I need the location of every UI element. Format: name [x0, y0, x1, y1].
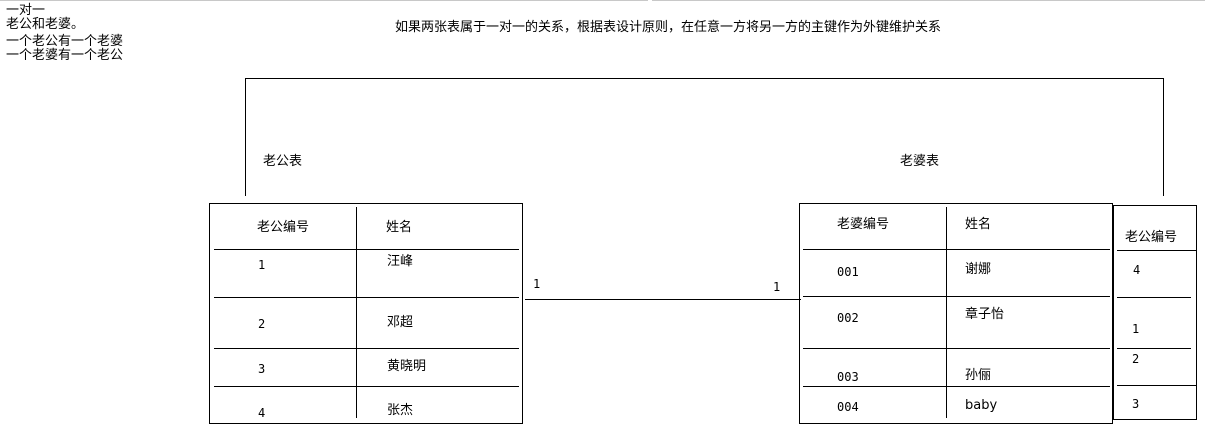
bracket-right: [1163, 78, 1164, 196]
note-line-1: 一对一: [6, 3, 46, 18]
wife-table-title: 老婆表: [900, 154, 940, 169]
left-cardinality: 1: [533, 277, 541, 291]
fk-value: 2: [1132, 352, 1140, 366]
husband-header-id: 老公编号: [257, 220, 310, 235]
husband-cell-id: 2: [258, 317, 266, 331]
wife-cell-id: 003: [837, 370, 859, 384]
fk-row-divider: [1117, 297, 1191, 298]
note-line-2: 老公和老婆。: [6, 17, 85, 32]
husband-table-row-divider: [214, 386, 519, 387]
wife-cell-id: 004: [837, 400, 859, 414]
right-cardinality: 1: [773, 280, 781, 294]
wife-cell-id: 002: [837, 311, 859, 325]
top-border-left: [0, 0, 648, 1]
relationship-line: [525, 299, 801, 300]
fk-value: 4: [1133, 263, 1141, 277]
husband-table: [209, 203, 523, 424]
husband-cell-name: 汪峰: [387, 254, 414, 269]
fk-header-divider: [1117, 250, 1197, 251]
husband-cell-name: 张杰: [387, 403, 414, 418]
wife-table-header-divider: [803, 249, 1110, 250]
wife-table-row-divider: [803, 386, 1110, 387]
bracket-left: [245, 78, 246, 196]
husband-table-row-divider: [214, 348, 519, 349]
husband-header-name: 姓名: [386, 220, 413, 235]
wife-header-name: 姓名: [965, 217, 992, 232]
fk-row-divider: [1117, 385, 1197, 386]
wife-header-id: 老婆编号: [837, 217, 890, 232]
wife-table-row-divider: [803, 348, 1110, 349]
wife-cell-id: 001: [837, 265, 859, 279]
wife-cell-name: 谢娜: [965, 262, 992, 277]
wife-cell-name: baby: [965, 398, 998, 413]
fk-row-divider: [1117, 348, 1191, 349]
note-line-3: 一个老公有一个老婆: [6, 34, 124, 49]
husband-table-row-divider: [214, 297, 519, 298]
bracket-top: [245, 78, 1164, 79]
wife-table-row-divider: [803, 296, 1110, 297]
husband-table-header-divider: [214, 249, 519, 250]
caption: 如果两张表属于一对一的关系，根据表设计原则，在任意一方将另一方的主键作为外键维护…: [395, 20, 942, 35]
husband-cell-name: 黄晓明: [387, 359, 427, 374]
wife-cell-name: 孙俪: [965, 368, 992, 383]
fk-value: 3: [1132, 397, 1140, 411]
fk-header: 老公编号: [1125, 230, 1178, 245]
husband-cell-id: 3: [258, 362, 266, 376]
fk-value: 1: [1132, 322, 1140, 336]
top-border-right: [652, 0, 1205, 1]
husband-cell-id: 4: [258, 406, 266, 420]
note-line-4: 一个老婆有一个老公: [6, 48, 124, 63]
husband-cell-id: 1: [258, 258, 266, 272]
wife-cell-name: 章子怡: [965, 307, 1005, 322]
husband-cell-name: 邓超: [387, 315, 414, 330]
husband-table-title: 老公表: [263, 154, 303, 169]
